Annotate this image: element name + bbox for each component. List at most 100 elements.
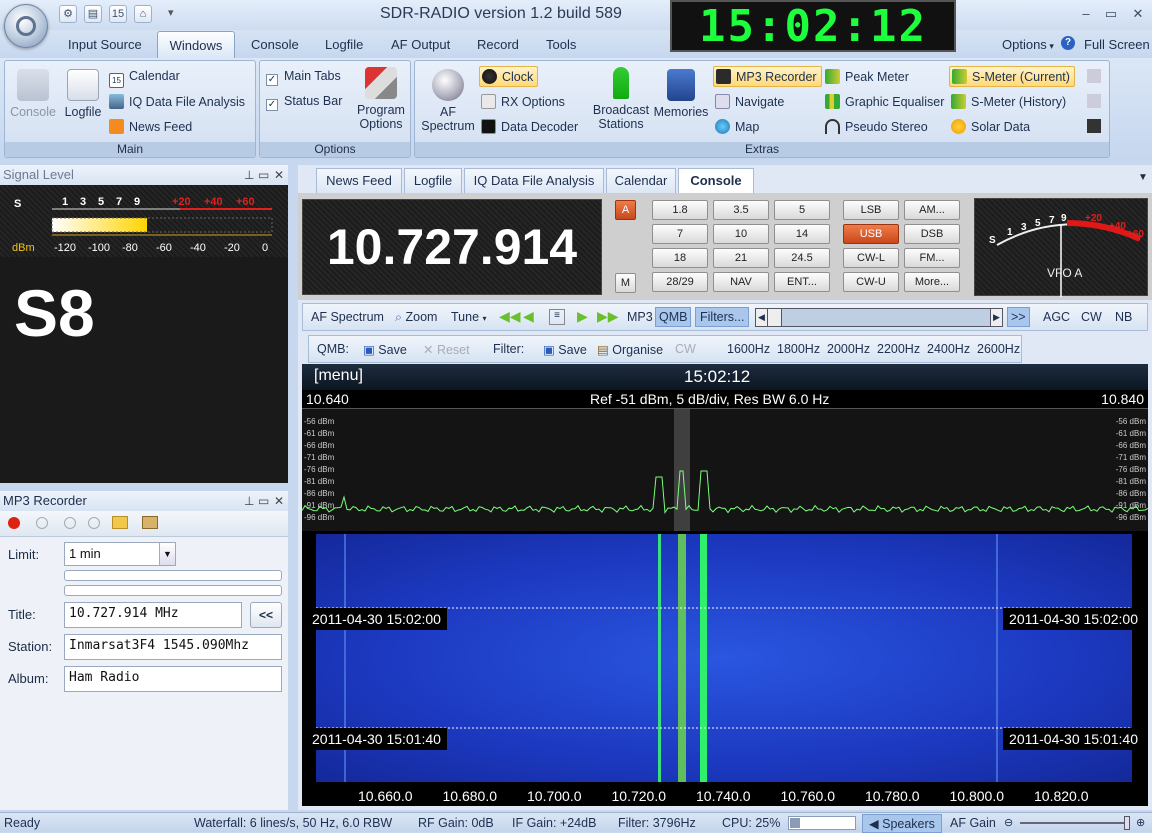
spectrum-display[interactable]: [menu] 15:02:12 10.640 Ref -51 dBm, 5 dB… [301, 364, 1149, 806]
limit-select[interactable]: 1 min ▼ [64, 542, 176, 566]
vfo-a-button[interactable]: A [615, 200, 636, 220]
band-button[interactable]: 10 [713, 224, 769, 244]
menu-record[interactable]: Record [477, 37, 519, 52]
clock-ribbon-button[interactable]: Clock [479, 66, 539, 87]
scroll-left-icon[interactable]: ◀ [756, 309, 768, 326]
band-button[interactable]: ENT... [774, 272, 830, 292]
band-button[interactable]: 21 [713, 248, 769, 268]
tab-logfile[interactable]: Logfile [404, 168, 462, 193]
af-spectrum-button[interactable]: AF Spectrum [311, 310, 384, 324]
zoom-button[interactable]: ⌕ Zoom [395, 310, 437, 325]
graphic-equaliser-ribbon-button[interactable]: Graphic Equaliser [825, 94, 944, 109]
s-meter-current-ribbon-button[interactable]: S-Meter (Current) [949, 66, 1075, 87]
float-icon[interactable]: ▭ [258, 165, 269, 185]
tab-list-dropdown-icon[interactable]: ▼ [1138, 172, 1148, 183]
folder-icon[interactable] [112, 516, 128, 529]
album-input[interactable]: Ham Radio [64, 666, 282, 692]
filters-button[interactable]: Filters... [695, 307, 750, 327]
mode-button[interactable]: LSB [843, 200, 899, 220]
map-ribbon-button[interactable]: Map [715, 119, 759, 134]
spectrum-plot[interactable]: -56 dBm -56 dBm -61 dBm -61 dBm -66 dBm -66 d… [301, 409, 1149, 531]
band-button[interactable]: 18 [652, 248, 708, 268]
title-input[interactable]: 10.727.914 MHz [64, 602, 242, 628]
qmb-toggle[interactable]: QMB [655, 307, 692, 327]
band-button[interactable]: NAV [713, 272, 769, 292]
band-button[interactable]: 28/29 [652, 272, 708, 292]
band-button[interactable]: 5 [774, 200, 830, 220]
maximize-button[interactable]: ▭ [1101, 6, 1121, 22]
window-icon[interactable]: ▤ [84, 5, 102, 23]
menu-full-screen[interactable]: Full Screen [1084, 37, 1150, 52]
mp3-recorder-ribbon-button[interactable]: MP3 Recorder [713, 66, 822, 87]
pin-icon[interactable]: ⊥ [244, 165, 254, 185]
station-input[interactable]: Inmarsat3F4 1545.090Mhz [64, 634, 282, 660]
scroll-right-icon[interactable]: ▶ [990, 309, 1002, 326]
filter-save-button[interactable]: ▣ Save [543, 342, 587, 357]
help-icon[interactable]: ? [1061, 36, 1075, 50]
band-button[interactable]: 24.5 [774, 248, 830, 268]
main-tabs-checkbox[interactable]: ✓ Main Tabs [266, 69, 341, 86]
mode-button[interactable]: More... [904, 272, 960, 292]
menu-logfile[interactable]: Logfile [325, 37, 363, 52]
extras-small-icon-3[interactable] [1087, 119, 1101, 133]
filter-2600-button[interactable]: 2600Hz [977, 342, 1020, 356]
band-button[interactable]: 7 [652, 224, 708, 244]
iq-data-ribbon-button[interactable]: IQ Data File Analysis [109, 94, 245, 109]
program-options-button[interactable]: Program Options [354, 67, 408, 131]
qmb-reset-button[interactable]: ✕ Reset [423, 342, 470, 357]
tab-calendar[interactable]: Calendar [606, 168, 676, 193]
stop-icon[interactable] [36, 517, 48, 529]
menu-console[interactable]: Console [251, 37, 299, 52]
mode-button[interactable]: USB [843, 224, 899, 244]
gear-icon[interactable]: ⚙ [59, 5, 77, 23]
broadcast-stations-button[interactable]: Broadcast Stations [591, 67, 651, 131]
calendar-ribbon-button[interactable]: 15 Calendar [109, 69, 180, 88]
scroll-thumb[interactable] [768, 309, 782, 326]
close-panel-icon[interactable]: ✕ [274, 491, 284, 511]
minimize-button[interactable]: – [1076, 6, 1096, 21]
af-gain-slider-thumb[interactable] [1124, 816, 1130, 830]
app-menu-orb-button[interactable] [4, 4, 48, 48]
solar-data-ribbon-button[interactable]: Solar Data [951, 119, 1030, 134]
navigate-ribbon-button[interactable]: Navigate [715, 94, 784, 109]
filter-2200-button[interactable]: 2200Hz [877, 342, 920, 356]
tune-button[interactable]: Tune ▾ [451, 310, 487, 324]
pause-icon[interactable] [88, 517, 100, 529]
s-meter-history-ribbon-button[interactable]: S-Meter (History) [951, 94, 1066, 109]
frequency-display[interactable]: 10.727.914 [302, 199, 602, 295]
filter-1800-button[interactable]: 1800Hz [777, 342, 820, 356]
tuning-scrollbar[interactable]: ◀ ▶ [755, 308, 1003, 327]
data-decoder-ribbon-button[interactable]: Data Decoder [481, 119, 578, 134]
filter-cw-button[interactable]: CW [675, 342, 696, 356]
menu-af-output[interactable]: AF Output [391, 37, 450, 52]
memories-button[interactable]: Memories [651, 69, 711, 119]
pin-icon[interactable]: ⊥ [244, 491, 254, 511]
mode-button[interactable]: FM... [904, 248, 960, 268]
console-ribbon-button[interactable]: Console [10, 69, 56, 119]
memory-button[interactable]: M [615, 273, 636, 293]
list-icon[interactable]: ≡ [549, 309, 565, 325]
properties-icon[interactable] [142, 516, 158, 529]
pseudo-stereo-ribbon-button[interactable]: Pseudo Stereo [825, 119, 928, 134]
more-button[interactable]: >> [1007, 307, 1030, 327]
af-spectrum-ribbon-button[interactable]: AF Spectrum [417, 69, 479, 133]
dropdown-icon[interactable]: ▾ [168, 6, 174, 19]
step-back-icon[interactable]: ◀ [523, 308, 534, 325]
tab-news-feed[interactable]: News Feed [316, 168, 402, 193]
mode-button[interactable]: AM... [904, 200, 960, 220]
news-feed-ribbon-button[interactable]: News Feed [109, 119, 192, 134]
menu-options[interactable]: Options ▾ [1002, 37, 1054, 52]
menu-input-source[interactable]: Input Source [68, 37, 142, 52]
status-bar-checkbox[interactable]: ✓ Status Bar [266, 94, 342, 111]
nb-button[interactable]: NB [1115, 310, 1132, 324]
filter-1600-button[interactable]: 1600Hz [727, 342, 770, 356]
spectrum-menu-button[interactable]: [menu] [314, 367, 363, 385]
band-button[interactable]: 14 [774, 224, 830, 244]
mode-button[interactable]: CW-L [843, 248, 899, 268]
rx-options-ribbon-button[interactable]: RX Options [481, 94, 565, 109]
cw-button[interactable]: CW [1081, 310, 1102, 324]
calendar-icon[interactable]: 15 [109, 5, 127, 23]
af-gain-decrease-icon[interactable]: ⊖ [1004, 816, 1013, 829]
previous-icon[interactable] [64, 517, 76, 529]
tab-console[interactable]: Console [678, 168, 754, 193]
